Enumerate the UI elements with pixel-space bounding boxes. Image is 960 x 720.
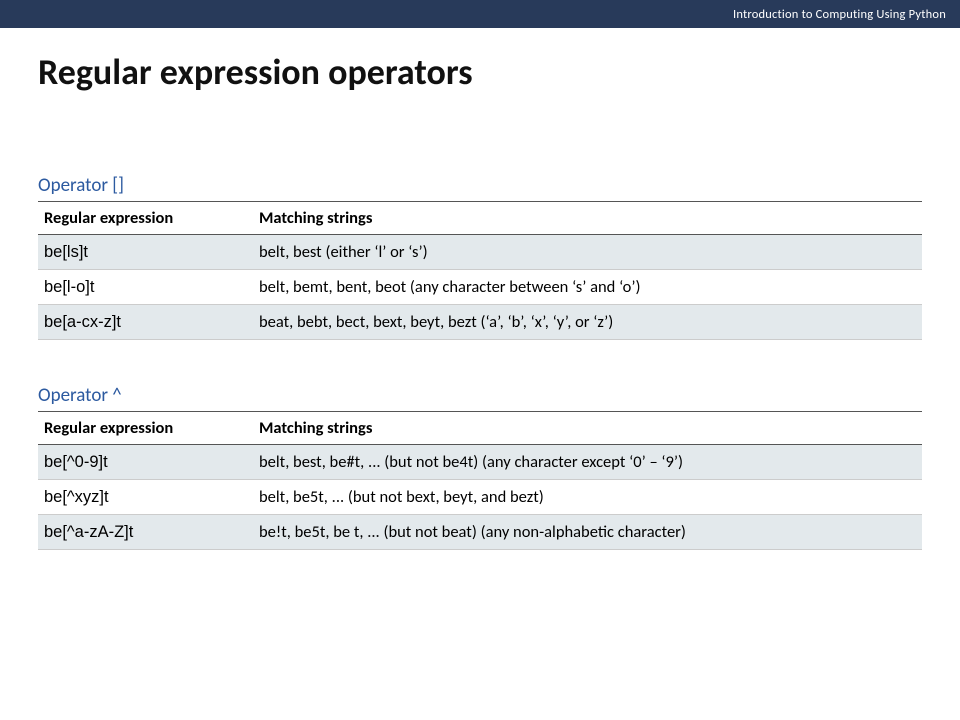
cell-regex: be[^xyz]t [38,480,253,515]
section-label-brackets: Operator [] [38,174,922,197]
header-bar: Introduction to Computing Using Python [0,0,960,28]
col-header-regex: Regular expression [38,202,253,235]
cell-regex: be[a-cx-z]t [38,305,253,340]
cell-match: be!t, be5t, be t, ... (but not beat) (an… [253,515,922,550]
section-label-caret: Operator ^ [38,384,922,407]
slide-content: Operator [] Regular expression Matching … [0,174,960,550]
page-title: Regular expression operators [0,28,960,102]
cell-match: belt, best, be#t, ... (but not be4t) (an… [253,445,922,480]
table-header-row: Regular expression Matching strings [38,202,922,235]
table-row: be[^xyz]t belt, be5t, ... (but not bext,… [38,480,922,515]
cell-match: belt, be5t, ... (but not bext, beyt, and… [253,480,922,515]
cell-regex: be[ls]t [38,235,253,270]
table-brackets: Regular expression Matching strings be[l… [38,201,922,340]
table-row: be[l-o]t belt, bemt, bent, beot (any cha… [38,270,922,305]
table-row: be[^a-zA-Z]t be!t, be5t, be t, ... (but … [38,515,922,550]
cell-regex: be[^0-9]t [38,445,253,480]
table-caret: Regular expression Matching strings be[^… [38,411,922,550]
cell-match: beat, bebt, bect, bext, beyt, bezt (‘a’,… [253,305,922,340]
table-row: be[ls]t belt, best (either ‘l’ or ‘s’) [38,235,922,270]
table-header-row: Regular expression Matching strings [38,412,922,445]
cell-match: belt, bemt, bent, beot (any character be… [253,270,922,305]
course-label: Introduction to Computing Using Python [733,7,946,22]
col-header-match: Matching strings [253,202,922,235]
table-row: be[a-cx-z]t beat, bebt, bect, bext, beyt… [38,305,922,340]
col-header-regex: Regular expression [38,412,253,445]
col-header-match: Matching strings [253,412,922,445]
cell-regex: be[l-o]t [38,270,253,305]
cell-regex: be[^a-zA-Z]t [38,515,253,550]
cell-match: belt, best (either ‘l’ or ‘s’) [253,235,922,270]
table-row: be[^0-9]t belt, best, be#t, ... (but not… [38,445,922,480]
